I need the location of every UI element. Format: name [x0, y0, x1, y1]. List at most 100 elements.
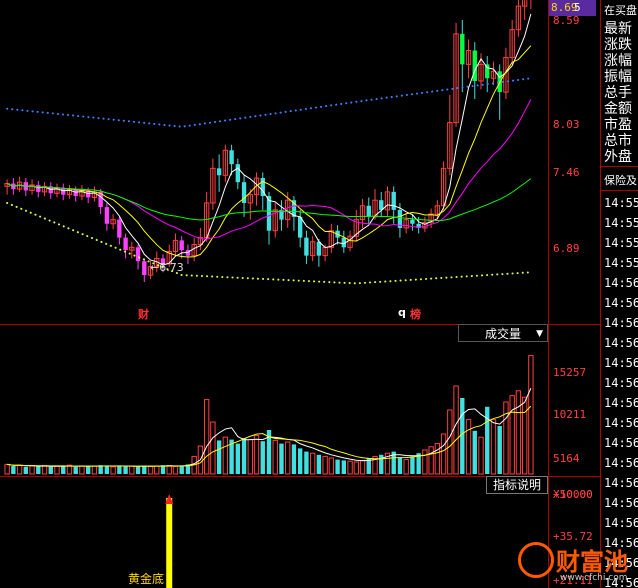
tick-time: 14:56: [604, 316, 638, 330]
volume-bar: [478, 436, 484, 475]
volume-bar: [521, 396, 528, 475]
candle-body: [123, 237, 128, 251]
candle-body: [179, 240, 184, 251]
volume-bar: [328, 457, 335, 475]
golden-bottom-signal-label: 黄金底: [128, 572, 165, 586]
kline-chart[interactable]: [0, 0, 548, 588]
volume-bar: [179, 466, 184, 474]
volume-bar: [135, 466, 141, 474]
tick-time: 14:56: [604, 396, 638, 410]
low-price-value: 6.73: [159, 261, 184, 274]
candle-body: [304, 237, 309, 256]
volume-bar: [216, 440, 222, 474]
volume-bar: [304, 451, 309, 474]
volume-bar: [297, 448, 303, 474]
tick-time: 14:56: [604, 436, 638, 450]
volume-bar: [203, 399, 210, 475]
candle-body: [366, 205, 371, 217]
volume-tick-3: 5164: [553, 452, 580, 465]
candle-body: [36, 184, 41, 192]
volume-bar: [440, 433, 447, 475]
volume-bar: [110, 466, 116, 475]
volume-bar: [41, 465, 48, 475]
volume-bar: [515, 390, 522, 475]
volume-bar: [410, 456, 415, 474]
volume-bar: [359, 459, 366, 475]
tick-time: 14:56: [604, 416, 638, 430]
volume-bar: [48, 466, 53, 474]
event-mark-2[interactable]: q: [398, 306, 406, 319]
volume-bar: [447, 409, 453, 475]
watermark-logo-icon: [518, 542, 554, 578]
tick-time: 14:55: [604, 196, 638, 210]
tick-time: 14:56: [604, 476, 638, 490]
tick-time: 14:55: [604, 216, 638, 230]
chevron-down-icon: ▼: [536, 329, 543, 339]
candle-body: [391, 191, 396, 210]
tick-time: 14:56: [604, 516, 638, 530]
indicator-explain-button[interactable]: 指标说明: [486, 476, 548, 494]
candle-body: [104, 207, 110, 224]
volume-bar: [497, 426, 502, 474]
event-mark-1[interactable]: 财: [138, 306, 149, 322]
candle-body: [229, 150, 234, 165]
volume-bar: [154, 465, 160, 475]
upper-band-dots: [6, 77, 532, 128]
candle-body: [316, 241, 322, 256]
volume-bar: [253, 435, 260, 475]
volume-tick-1: 15257: [553, 366, 587, 379]
volume-bar: [29, 465, 35, 475]
volume-bar: [241, 438, 247, 474]
volume-bar: [104, 465, 110, 474]
volume-bar: [347, 460, 353, 475]
side-item-outer: 外盘: [604, 149, 632, 165]
volume-bar: [23, 466, 29, 474]
volume-bar: [465, 419, 472, 475]
volume-bar: [422, 449, 428, 475]
tick-time: 14:56: [604, 376, 638, 390]
volume-bar: [403, 459, 409, 475]
price-tick-2: 8.03: [553, 118, 580, 131]
volume-bar: [335, 459, 340, 474]
price-tick-1: 8.59: [553, 14, 580, 27]
volume-bar: [36, 466, 41, 474]
tick-time: 14:55: [604, 236, 638, 250]
volume-dropdown-label: 成交量: [484, 327, 521, 341]
volume-bar: [85, 466, 91, 474]
candle-body: [142, 261, 147, 276]
volume-bar: [316, 454, 322, 474]
volume-bar: [341, 460, 347, 474]
side-section-label: 保险及: [604, 174, 637, 187]
volume-indicator-dropdown[interactable]: 成交量 ▼: [458, 324, 548, 342]
volume-bar: [247, 439, 253, 475]
event-mark-3[interactable]: 榜: [410, 306, 421, 322]
candle-body: [135, 247, 141, 262]
tick-time: 14:56: [604, 356, 638, 370]
volume-bar: [490, 419, 497, 475]
side-item-bid: 在买盘: [604, 4, 637, 17]
price-tick-3: 7.46: [553, 166, 580, 179]
volume-bar: [117, 466, 122, 474]
volume-bar: [54, 465, 60, 475]
volume-bar: [210, 421, 216, 475]
site-watermark: 财富池 www.cfchi.com: [518, 540, 636, 586]
volume-bar: [16, 464, 23, 475]
candle-body: [216, 168, 222, 176]
candle-body: [485, 64, 490, 79]
quote-side-panel: 在买盘 最新 涨跌 涨幅 振幅 总手 金额 市盈 总市 外盘 保险及 14:55…: [600, 0, 638, 588]
volume-bar: [142, 465, 147, 474]
volume-bar: [73, 466, 78, 474]
volume-bar: [472, 430, 477, 474]
volume-bar: [147, 465, 154, 475]
volume-bar: [397, 458, 403, 474]
volume-bar: [291, 444, 297, 474]
low-price-marker: ←6.73: [150, 261, 184, 274]
volume-bar: [460, 398, 465, 474]
tick-time: 14:56: [604, 496, 638, 510]
volume-bar: [123, 466, 128, 474]
candle-body: [235, 164, 241, 183]
volume-bar: [79, 465, 85, 475]
chart-area[interactable]: [0, 0, 548, 588]
volume-bar: [91, 465, 98, 475]
volume-bar: [509, 395, 515, 475]
